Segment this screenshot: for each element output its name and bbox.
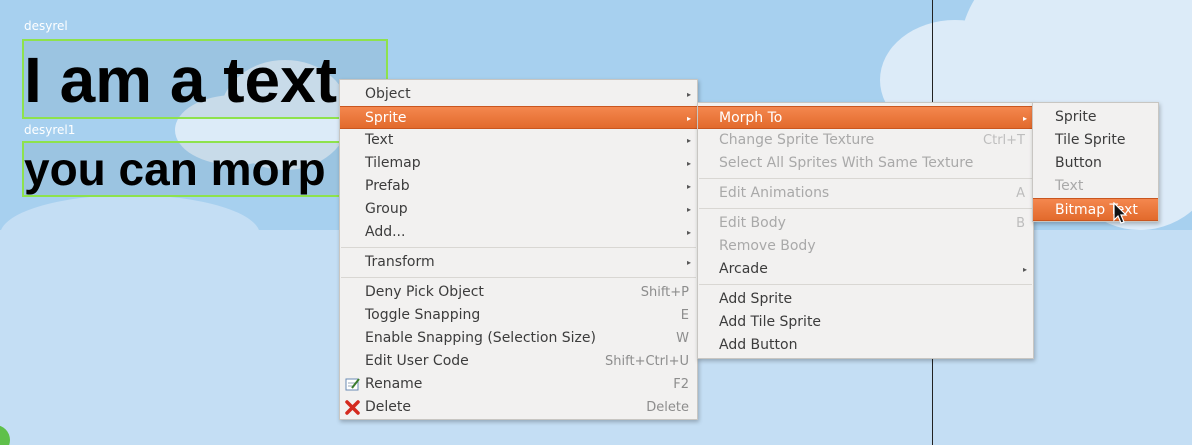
menu-item-add-tile-sprite[interactable]: Add Tile Sprite (698, 311, 1033, 334)
text-object-selection[interactable]: I am a text (22, 39, 388, 119)
menu-item-edit-animations[interactable]: Edit Animations A (698, 182, 1033, 205)
menu-item-morph-text[interactable]: Text (1033, 175, 1158, 198)
sprite-submenu: Morph To ▸ Change Sprite Texture Ctrl+T Se… (697, 102, 1034, 359)
menu-item-arcade[interactable]: Arcade ▸ (698, 258, 1033, 281)
submenu-arrow-icon: ▸ (686, 205, 691, 214)
menu-separator (699, 178, 1032, 179)
menu-item-object[interactable]: Object ▸ (340, 83, 697, 106)
menu-item-enable-snapping[interactable]: Enable Snapping (Selection Size) W (340, 327, 697, 350)
submenu-arrow-icon: ▸ (686, 159, 691, 168)
menu-item-morph-tile-sprite[interactable]: Tile Sprite (1033, 129, 1158, 152)
menu-separator (341, 277, 696, 278)
text-object-content: I am a text (24, 44, 338, 116)
object-name-label: desyrel (24, 19, 68, 33)
menu-item-prefab[interactable]: Prefab ▸ (340, 175, 697, 198)
menu-item-toggle-snapping[interactable]: Toggle Snapping E (340, 304, 697, 327)
menu-item-morph-to[interactable]: Morph To ▸ (698, 106, 1033, 129)
rename-icon (345, 378, 360, 391)
submenu-arrow-icon: ▸ (686, 228, 691, 237)
menu-item-morph-button[interactable]: Button (1033, 152, 1158, 175)
mouse-cursor-icon (1113, 202, 1128, 224)
submenu-arrow-icon: ▸ (686, 136, 691, 145)
menu-item-add-button[interactable]: Add Button (698, 334, 1033, 357)
menu-item-edit-user-code[interactable]: Edit User Code Shift+Ctrl+U (340, 350, 697, 373)
menu-separator (341, 247, 696, 248)
text-object-content: you can morp (24, 143, 326, 195)
menu-item-delete[interactable]: Delete Delete (340, 396, 697, 419)
menu-item-add-sprite[interactable]: Add Sprite (698, 288, 1033, 311)
object-name-label: desyrel1 (24, 123, 76, 137)
menu-item-tilemap[interactable]: Tilemap ▸ (340, 152, 697, 175)
delete-icon (345, 400, 360, 415)
menu-item-select-same-texture[interactable]: Select All Sprites With Same Texture (698, 152, 1033, 175)
submenu-arrow-icon: ▸ (686, 90, 691, 99)
menu-item-transform[interactable]: Transform ▸ (340, 251, 697, 274)
menu-item-change-sprite-texture[interactable]: Change Sprite Texture Ctrl+T (698, 129, 1033, 152)
menu-item-deny-pick[interactable]: Deny Pick Object Shift+P (340, 281, 697, 304)
menu-item-edit-body[interactable]: Edit Body B (698, 212, 1033, 235)
submenu-arrow-icon: ▸ (1022, 114, 1027, 123)
menu-item-sprite[interactable]: Sprite ▸ (340, 106, 697, 129)
menu-separator (699, 284, 1032, 285)
menu-item-text[interactable]: Text ▸ (340, 129, 697, 152)
submenu-arrow-icon: ▸ (1022, 265, 1027, 274)
menu-item-morph-bitmap-text[interactable]: Bitmap Text (1033, 198, 1158, 221)
menu-item-remove-body[interactable]: Remove Body (698, 235, 1033, 258)
submenu-arrow-icon: ▸ (686, 258, 691, 267)
menu-item-add[interactable]: Add... ▸ (340, 221, 697, 244)
menu-separator (699, 208, 1032, 209)
menu-item-rename[interactable]: Rename F2 (340, 373, 697, 396)
submenu-arrow-icon: ▸ (686, 114, 691, 123)
context-menu: Object ▸ Sprite ▸ Text ▸ Tilemap ▸ Prefab ▸ G… (339, 79, 698, 420)
menu-item-group[interactable]: Group ▸ (340, 198, 697, 221)
menu-item-morph-sprite[interactable]: Sprite (1033, 106, 1158, 129)
submenu-arrow-icon: ▸ (686, 182, 691, 191)
morph-to-submenu: Sprite Tile Sprite Button Text Bitmap Te… (1032, 102, 1159, 222)
text-object-selection[interactable]: you can morp (22, 141, 352, 197)
